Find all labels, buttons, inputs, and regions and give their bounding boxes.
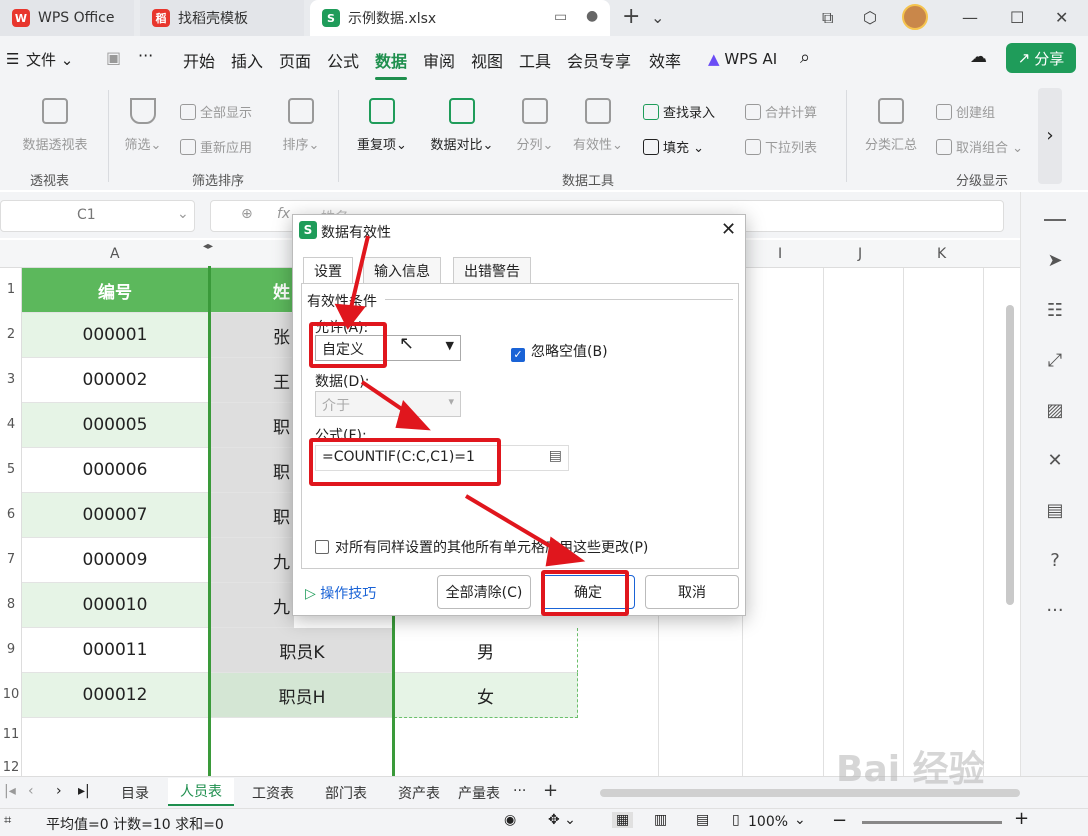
watermark: Bai 经验 [836,749,985,790]
annotation-arrows [334,235,586,567]
arrow-line [464,494,562,554]
arrow-head [545,536,586,567]
arrow-head [395,399,431,431]
arrow-head [334,303,366,330]
arrow-line [348,235,370,313]
